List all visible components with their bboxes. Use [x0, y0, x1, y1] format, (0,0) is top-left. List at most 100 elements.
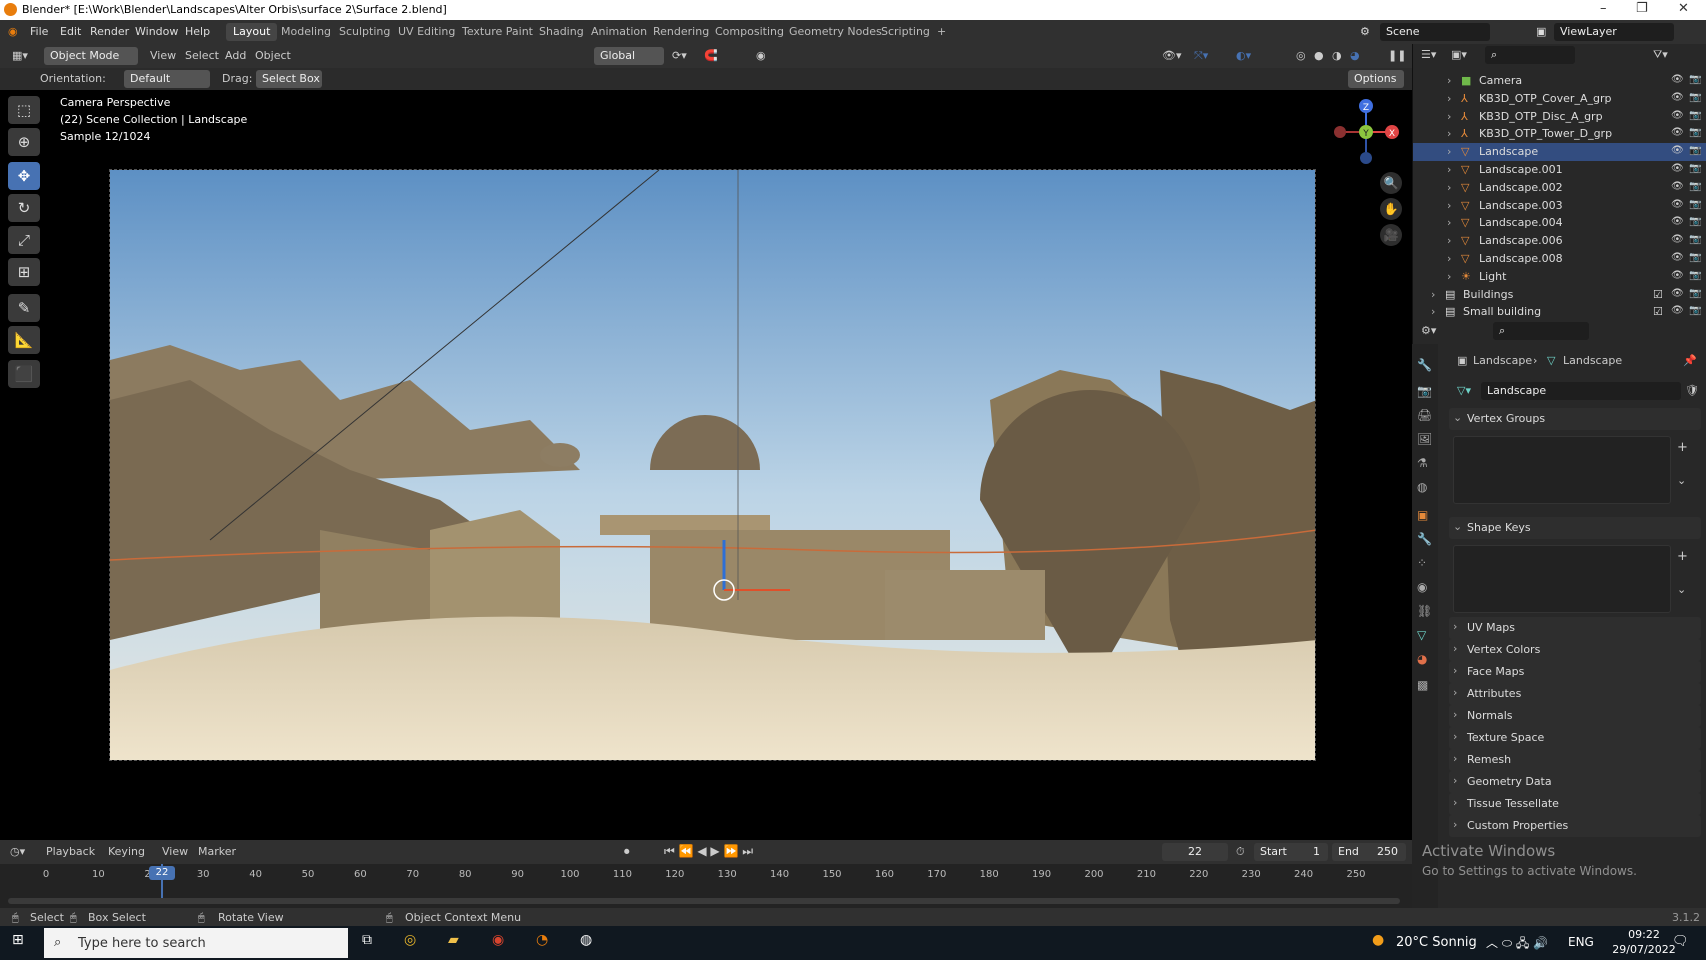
timeline-scrubber[interactable]: 0102030405060708090100110120130140150160…	[0, 864, 1412, 908]
expand-arrow-icon[interactable]: ›	[1447, 252, 1451, 265]
menu-render[interactable]: Render	[90, 25, 129, 38]
shading-rendered-icon[interactable]: ◕	[1350, 49, 1360, 62]
expand-arrow-icon[interactable]: ›	[1447, 110, 1451, 123]
tab-compositing[interactable]: Compositing	[708, 23, 791, 41]
scale-tool-icon[interactable]: ⤢	[8, 226, 40, 254]
properties-editor-icon[interactable]: ⚙▾	[1421, 324, 1436, 337]
outliner-row[interactable]: › ⅄ KB3D_OTP_Disc_A_grp 👁 📷	[1413, 108, 1706, 126]
render-toggle-icon[interactable]: 📷	[1689, 163, 1701, 174]
outliner-row[interactable]: › ▽ Landscape.002 👁 📷	[1413, 179, 1706, 197]
visibility-eye-icon[interactable]: 👁	[1671, 181, 1684, 192]
orientation-selector[interactable]: Default	[124, 70, 210, 88]
record-icon[interactable]: ⏺	[624, 845, 630, 859]
outliner-row[interactable]: › ⅄ KB3D_OTP_Tower_D_grp 👁 📷	[1413, 125, 1706, 143]
render-toggle-icon[interactable]: 📷	[1689, 216, 1701, 227]
weather-text[interactable]: 20°C Sonnig	[1396, 935, 1477, 950]
menu-help[interactable]: Help	[185, 25, 210, 38]
render-toggle-icon[interactable]: 📷	[1689, 74, 1701, 85]
expand-arrow-icon[interactable]: ›	[1447, 163, 1451, 176]
menu-object[interactable]: Object	[255, 49, 291, 62]
navigation-gizmo[interactable]: Z X Y	[1326, 96, 1406, 176]
visibility-eye-icon[interactable]: 👁	[1671, 92, 1684, 103]
outliner-row[interactable]: › ■ Camera 👁 📷	[1413, 72, 1706, 90]
expand-arrow-icon[interactable]: ›	[1447, 199, 1451, 212]
drag-selector[interactable]: Select Box	[256, 70, 322, 88]
view-layer-tab-icon[interactable]: 🖼	[1417, 432, 1432, 446]
options-button[interactable]: Options	[1348, 70, 1404, 88]
playhead-frame-badge[interactable]: 22	[149, 866, 175, 880]
expand-arrow-icon[interactable]: ›	[1431, 305, 1435, 318]
menu-window[interactable]: Window	[135, 25, 178, 38]
section-geometry-data[interactable]: › Geometry Data	[1449, 771, 1701, 793]
menu-select[interactable]: Select	[185, 49, 219, 62]
collection-checkbox-icon[interactable]: ☑	[1653, 288, 1663, 301]
proportional-edit-icon[interactable]: ◉	[756, 49, 766, 62]
restore-button[interactable]: ❐	[1636, 1, 1648, 16]
section-tissue-tessellate[interactable]: › Tissue Tessellate	[1449, 793, 1701, 815]
expand-arrow-icon[interactable]: ›	[1447, 216, 1451, 229]
menu-timeline-view[interactable]: View	[162, 845, 188, 858]
scene-selector[interactable]: Scene	[1380, 23, 1490, 41]
move-tool-icon[interactable]: ✥	[8, 162, 40, 190]
end-frame-field[interactable]: End 250	[1332, 843, 1406, 861]
render-toggle-icon[interactable]: 📷	[1689, 288, 1701, 299]
filter-icon[interactable]: ⛛▾	[1653, 48, 1668, 62]
object-tab-icon[interactable]: ▣	[1417, 508, 1428, 522]
menu-file[interactable]: File	[30, 25, 48, 38]
add-vertex-group-icon[interactable]: +	[1677, 440, 1688, 455]
pan-hand-icon[interactable]: ✋	[1380, 198, 1402, 220]
visibility-eye-icon[interactable]: 👁	[1671, 110, 1684, 121]
section-custom-properties[interactable]: › Custom Properties	[1449, 815, 1701, 837]
outliner-row[interactable]: › ⅄ KB3D_OTP_Cover_A_grp 👁 📷	[1413, 90, 1706, 108]
mesh-data-tab-icon[interactable]: ▽	[1417, 628, 1426, 642]
section-texture-space[interactable]: › Texture Space	[1449, 727, 1701, 749]
section-vertex-groups[interactable]: ⌄ Vertex Groups	[1449, 408, 1701, 430]
annotate-tool-icon[interactable]: ✎	[8, 294, 40, 322]
tab-scripting[interactable]: Scripting	[874, 23, 937, 41]
outliner-editor-icon[interactable]: ☰▾	[1421, 48, 1436, 61]
modifier-tab-icon[interactable]: 🔧	[1417, 532, 1432, 546]
timeline-editor-icon[interactable]: ◷▾	[10, 845, 25, 858]
current-frame-field[interactable]: 22	[1162, 843, 1228, 861]
tab-sculpting[interactable]: Sculpting	[332, 23, 397, 41]
render-toggle-icon[interactable]: 📷	[1689, 92, 1701, 103]
render-toggle-icon[interactable]: 📷	[1689, 270, 1701, 281]
render-toggle-icon[interactable]: 📷	[1689, 234, 1701, 245]
shape-keys-list[interactable]	[1453, 545, 1671, 613]
measure-tool-icon[interactable]: 📐	[8, 326, 40, 354]
outliner-row[interactable]: › ▽ Landscape.001 👁 📷	[1413, 161, 1706, 179]
zoom-icon[interactable]: 🔍	[1380, 172, 1402, 194]
expand-arrow-icon[interactable]: ›	[1447, 181, 1451, 194]
menu-add[interactable]: Add	[225, 49, 246, 62]
file-explorer-icon[interactable]: ▰	[448, 932, 459, 948]
tool-tab-icon[interactable]: 🔧	[1417, 358, 1432, 372]
menu-marker[interactable]: Marker	[198, 845, 236, 858]
vertex-groups-list[interactable]	[1453, 436, 1671, 504]
collection-checkbox-icon[interactable]: ☑	[1653, 305, 1663, 318]
tab-uv-editing[interactable]: UV Editing	[391, 23, 462, 41]
visibility-eye-icon[interactable]: 👁	[1671, 145, 1684, 156]
rotate-tool-icon[interactable]: ↻	[8, 194, 40, 222]
menu-edit[interactable]: Edit	[60, 25, 81, 38]
section-vertex-colors[interactable]: › Vertex Colors	[1449, 639, 1701, 661]
render-tab-icon[interactable]: 📷	[1417, 384, 1432, 398]
render-toggle-icon[interactable]: 📷	[1689, 305, 1701, 316]
expand-arrow-icon[interactable]: ›	[1447, 127, 1451, 140]
section-face-maps[interactable]: › Face Maps	[1449, 661, 1701, 683]
close-button[interactable]: ✕	[1678, 1, 1689, 16]
fake-user-icon[interactable]: 🛡	[1685, 384, 1699, 397]
add-cube-tool-icon[interactable]: ⬛	[8, 360, 40, 388]
section-remesh[interactable]: › Remesh	[1449, 749, 1701, 771]
pivot-icon[interactable]: ⟳▾	[672, 49, 687, 62]
display-mode-icon[interactable]: ▣▾	[1451, 48, 1467, 61]
expand-arrow-icon[interactable]: ›	[1447, 74, 1451, 87]
overlay-toggle-icon[interactable]: ◐▾	[1236, 49, 1251, 62]
cursor-tool-icon[interactable]: ⊕	[8, 128, 40, 156]
texture-tab-icon[interactable]: ▩	[1417, 678, 1428, 692]
tab-geometry-nodes[interactable]: Geometry Nodes	[782, 23, 889, 41]
windows-start-icon[interactable]: ⊞	[12, 932, 24, 948]
taskbar-search-box[interactable]: ⌕ Type here to search	[44, 928, 348, 958]
section-attributes[interactable]: › Attributes	[1449, 683, 1701, 705]
add-workspace-button[interactable]: +	[930, 23, 953, 41]
gizmo-toggle-icon[interactable]: ⤧▾	[1194, 49, 1208, 63]
